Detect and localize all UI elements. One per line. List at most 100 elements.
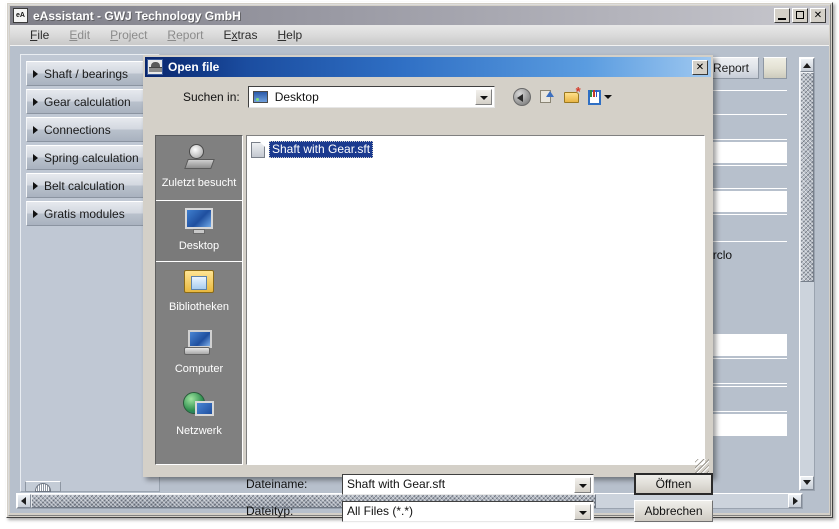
place-label: Bibliotheken [169, 301, 229, 313]
open-button-label: Öffnen [655, 477, 692, 491]
chevron-right-icon [33, 153, 38, 162]
file-type-row: Dateityp: All Files (*.*) [246, 500, 596, 522]
chevron-right-icon [33, 125, 38, 134]
module-label: Belt calculation [44, 178, 125, 193]
window-controls: ✕ [774, 8, 829, 23]
menu-item-help[interactable]: Help [267, 26, 312, 44]
chevron-right-icon [33, 97, 38, 106]
open-file-dialog: Open file ✕ Suchen in: Desktop * Zuletzt… [143, 55, 713, 522]
scroll-down-arrow-icon[interactable] [800, 476, 814, 490]
dialog-close-button[interactable]: ✕ [692, 59, 708, 75]
menu-label-extras-rest: tras [237, 28, 258, 42]
chevron-down-icon[interactable] [574, 476, 591, 493]
module-label: Spring calculation [44, 150, 139, 165]
view-menu-icon [587, 89, 601, 105]
module-label: Connections [44, 122, 111, 137]
computer-icon [181, 327, 217, 361]
chevron-right-icon [33, 209, 38, 218]
module-button-belt-calculation[interactable]: Belt calculation [26, 173, 154, 198]
chevron-down-icon[interactable] [474, 89, 492, 105]
network-icon [181, 389, 217, 423]
file-name-row: Dateiname: Shaft with Gear.sft [246, 473, 596, 495]
report-button-label: Report [712, 61, 750, 75]
splitter-handle[interactable] [25, 481, 61, 492]
app-logo-icon: eA [13, 8, 28, 23]
recent-items-icon [181, 141, 217, 175]
menu-item-extras[interactable]: Extras [213, 26, 267, 44]
module-label: Gear calculation [44, 94, 131, 109]
dialog-toolbar [512, 87, 612, 106]
dialog-title-bar: Open file ✕ [145, 57, 711, 77]
chevron-right-icon [33, 69, 38, 78]
open-button[interactable]: Öffnen [634, 473, 713, 495]
file-type-combobox[interactable]: All Files (*.*) [342, 500, 594, 522]
app-title-bar: eA eAssistant - GWJ Technology GmbH ✕ [10, 6, 829, 25]
libraries-icon [181, 265, 217, 299]
vertical-scrollbar-thumb[interactable] [800, 72, 814, 282]
module-button-connections[interactable]: Connections [26, 117, 154, 142]
module-button-gratis-modules[interactable]: Gratis modules [26, 201, 154, 226]
minimize-button[interactable] [774, 8, 790, 23]
back-icon[interactable] [512, 88, 531, 106]
place-item-libraries[interactable]: Bibliotheken [156, 262, 242, 324]
place-item-recent[interactable]: Zuletzt besucht [156, 138, 242, 200]
places-shortcut-bar: Zuletzt besucht Desktop Bibliotheken Com… [155, 135, 243, 465]
maximize-button[interactable] [792, 8, 808, 23]
look-in-combobox[interactable]: Desktop [247, 86, 495, 108]
place-item-desktop[interactable]: Desktop [156, 200, 242, 262]
module-label: Gratis modules [44, 206, 125, 221]
cancel-button[interactable]: Abbrechen [634, 500, 713, 522]
java-coffee-icon [147, 59, 163, 75]
place-label: Netzwerk [176, 425, 222, 437]
secondary-toolbar-button[interactable] [763, 57, 787, 79]
module-button-gear-calculation[interactable]: Gear calculation [26, 89, 154, 114]
scroll-right-arrow-icon[interactable] [788, 494, 802, 508]
file-icon [251, 141, 265, 158]
menu-item-edit[interactable]: Edit [59, 26, 100, 44]
place-item-network[interactable]: Netzwerk [156, 386, 242, 448]
module-button-shaft-bearings[interactable]: Shaft / bearings [26, 61, 154, 86]
scroll-left-arrow-icon[interactable] [17, 494, 31, 508]
desktop-monitor-icon [252, 91, 268, 103]
file-list-view[interactable]: Shaft with Gear.sft [246, 135, 705, 465]
place-item-computer[interactable]: Computer [156, 324, 242, 386]
look-in-value: Desktop [274, 90, 319, 104]
file-type-label-text: Dateityp: [246, 504, 294, 518]
scroll-up-arrow-icon[interactable] [800, 58, 814, 72]
menu-bar: File Edit Project Report Extras Help [10, 25, 829, 45]
file-name-combobox[interactable]: Shaft with Gear.sft [342, 473, 594, 495]
chevron-right-icon [33, 181, 38, 190]
menu-label-edit-rest: dit [77, 28, 91, 42]
app-title-text: eAssistant - GWJ Technology GmbH [33, 8, 241, 23]
menu-label-project-rest: roject [118, 28, 148, 42]
dialog-resize-grip[interactable] [695, 459, 709, 473]
place-label: Zuletzt besucht [161, 177, 237, 189]
cancel-button-label: Abbrechen [644, 504, 703, 518]
chevron-down-icon[interactable] [574, 503, 591, 520]
close-button[interactable]: ✕ [810, 8, 826, 23]
file-name-label: Shaft with Gear.sft [269, 141, 374, 158]
dialog-title-text: Open file [168, 60, 220, 74]
up-one-level-icon[interactable] [538, 88, 556, 106]
desktop-icon [181, 204, 217, 238]
module-button-spring-calculation[interactable]: Spring calculation [26, 145, 154, 170]
file-list-item[interactable]: Shaft with Gear.sft [251, 141, 375, 158]
close-icon: ✕ [695, 61, 705, 73]
menu-label-report-rest: eport [176, 28, 204, 42]
view-menu-button[interactable] [587, 88, 612, 106]
chevron-down-icon [603, 95, 612, 99]
look-in-row: Suchen in: Desktop [155, 85, 701, 109]
module-navigation-panel: Shaft / bearings Gear calculation Connec… [20, 54, 160, 492]
file-type-value: All Files (*.*) [347, 504, 414, 518]
menu-label-file-rest: ile [37, 28, 50, 42]
menu-item-project[interactable]: Project [100, 26, 157, 44]
menu-item-report[interactable]: Report [157, 26, 213, 44]
menu-item-file[interactable]: File [20, 26, 59, 44]
place-label: Computer [174, 363, 224, 375]
dialog-body: Suchen in: Desktop Zuletzt besucht [145, 77, 713, 522]
new-folder-icon[interactable] [563, 87, 581, 106]
content-vertical-scrollbar[interactable] [799, 57, 815, 491]
module-label: Shaft / bearings [44, 66, 129, 81]
file-name-label-text: Dateiname: [246, 477, 308, 491]
close-icon: ✕ [813, 10, 823, 21]
